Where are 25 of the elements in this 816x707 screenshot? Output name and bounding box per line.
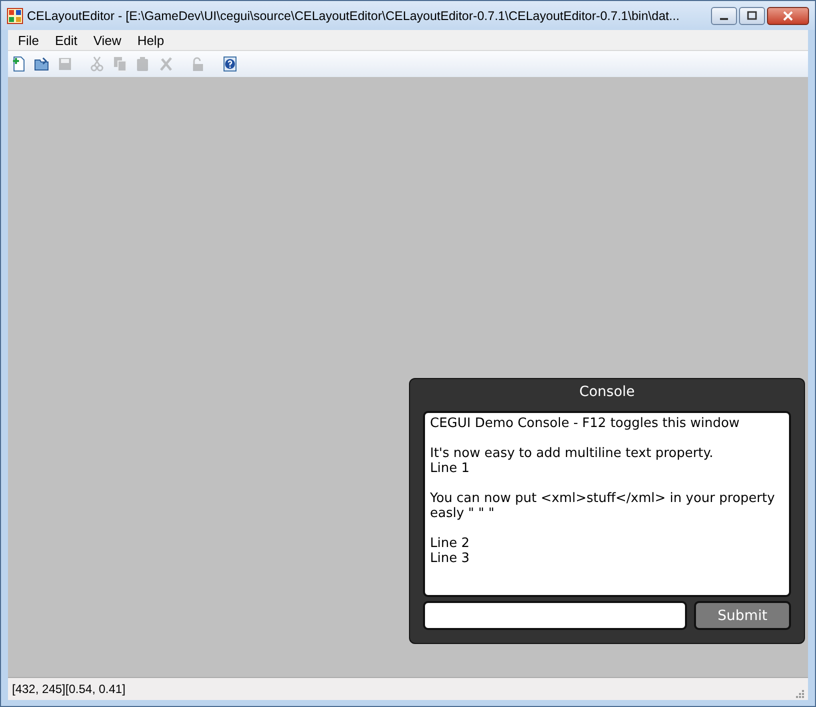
console-line: You can now put <xml>stuff</xml> in your property easly " " " [430, 491, 776, 521]
open-icon[interactable] [33, 55, 51, 73]
help-icon[interactable] [221, 55, 239, 73]
close-button[interactable] [767, 6, 809, 24]
minimize-icon [720, 18, 728, 20]
maximize-button[interactable] [739, 6, 765, 24]
console-title: Console [579, 383, 635, 402]
close-icon [783, 10, 793, 20]
status-text: [432, 245][0.54, 0.41] [12, 682, 126, 696]
maximize-icon [747, 10, 757, 20]
menu-item[interactable]: Help [129, 30, 172, 50]
console-line: It's now easy to add multiline text property. [430, 446, 714, 461]
resize-grip-icon[interactable] [794, 688, 804, 698]
minimize-button[interactable] [711, 6, 737, 24]
submit-button[interactable]: Submit [694, 601, 791, 630]
menu-item[interactable]: Edit [46, 30, 86, 50]
console-line: CEGUI Demo Console - F12 toggles this window [430, 416, 741, 431]
console-line: Line 2 [430, 536, 470, 551]
console-line: Line 3 [430, 551, 470, 566]
menu-item[interactable]: View [85, 30, 130, 50]
app-icon [7, 8, 23, 24]
console-input-field[interactable] [423, 601, 687, 630]
menu-item[interactable]: File [10, 30, 47, 50]
window-title: CELayoutEditor - [E:\GameDev\UI\cegui\source\CELayoutEditor\CELayoutEditor-0.7.1\CELayoutEditor-0.7.1\bin\dat... [27, 8, 680, 22]
console-line: Line 1 [430, 461, 470, 476]
